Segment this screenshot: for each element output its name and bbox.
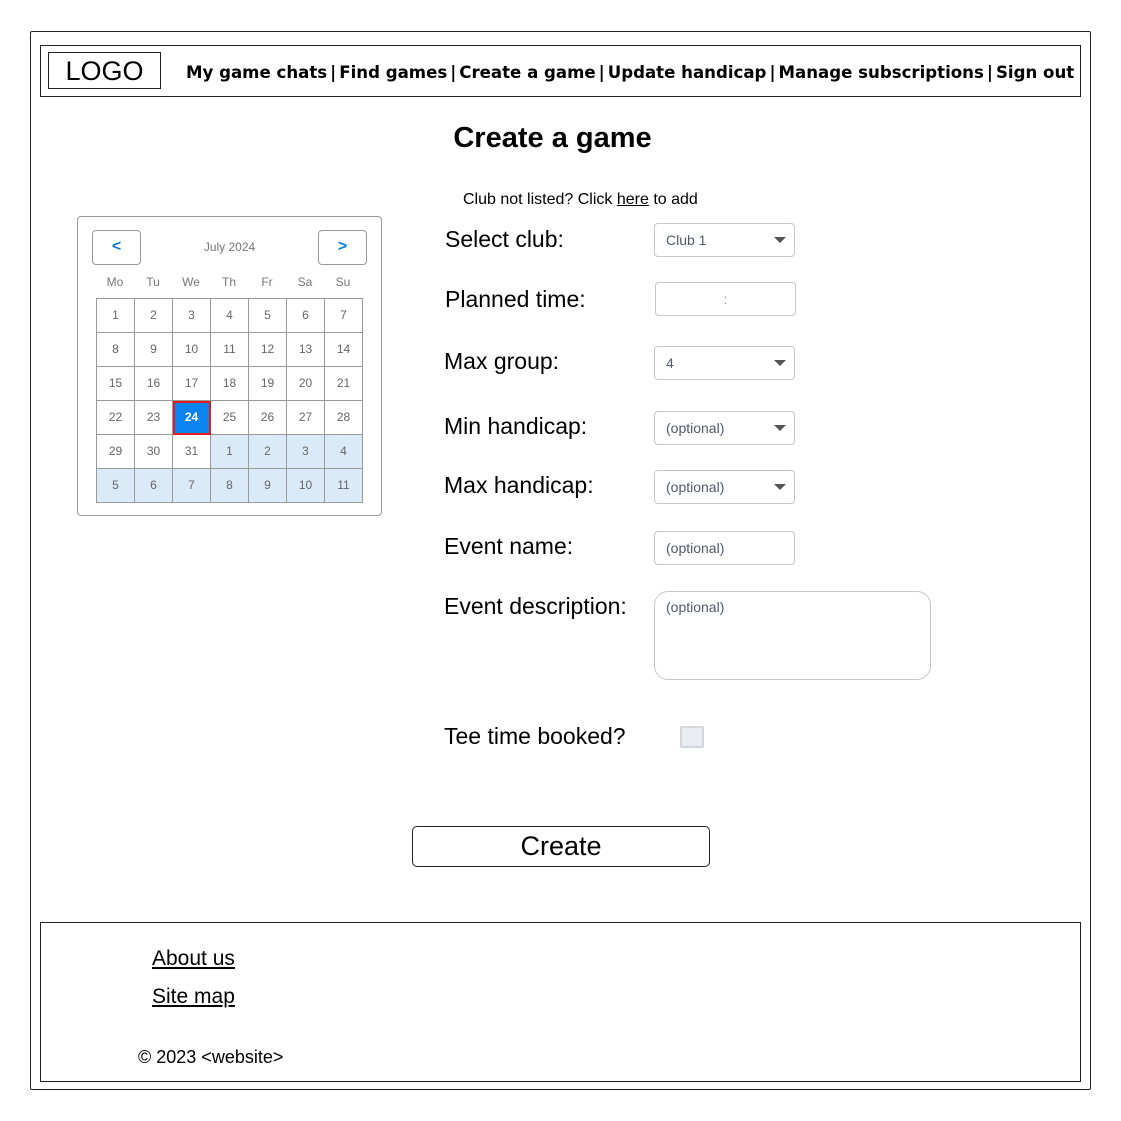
select-club-label: Select club: xyxy=(445,226,564,252)
calendar-day-next-month[interactable]: 1 xyxy=(211,435,249,469)
weekday-label: We xyxy=(182,275,200,289)
calendar-day[interactable]: 14 xyxy=(325,333,363,367)
calendar-day-next-month[interactable]: 7 xyxy=(173,469,211,503)
club-note-suffix: to add xyxy=(648,191,698,208)
calendar-day-next-month[interactable]: 6 xyxy=(135,469,173,503)
nav-sign-out[interactable]: Sign out xyxy=(996,63,1074,82)
event-description-label: Event description: xyxy=(444,593,627,619)
calendar-day[interactable]: 7 xyxy=(325,299,363,333)
calendar-day[interactable]: 5 xyxy=(249,299,287,333)
calendar-day[interactable]: 3 xyxy=(173,299,211,333)
nav-my-game-chats[interactable]: My game chats xyxy=(186,63,327,82)
nav-separator: | xyxy=(450,63,457,82)
nav-separator: | xyxy=(986,63,993,82)
tee-time-label: Tee time booked? xyxy=(444,723,626,749)
weekday-label: Fr xyxy=(261,275,273,289)
max-handicap-placeholder: (optional) xyxy=(666,479,725,495)
calendar-day[interactable]: 29 xyxy=(97,435,135,469)
nav-separator: | xyxy=(769,63,776,82)
chevron-down-icon xyxy=(774,425,786,431)
logo: LOGO xyxy=(48,52,161,89)
main-nav: My game chats | Find games | Create a game | U… xyxy=(186,63,1076,82)
calendar-day[interactable]: 4 xyxy=(211,299,249,333)
calendar-day[interactable]: 1 xyxy=(97,299,135,333)
add-club-link[interactable]: here xyxy=(617,191,649,208)
chevron-down-icon xyxy=(774,237,786,243)
event-name-label: Event name: xyxy=(444,533,574,559)
calendar-day[interactable]: 22 xyxy=(97,401,135,435)
weekday-label: Su xyxy=(335,275,351,289)
calendar-day[interactable]: 16 xyxy=(135,367,173,401)
page-title: Create a game xyxy=(453,122,652,154)
calendar-day[interactable]: 17 xyxy=(173,367,211,401)
calendar-day[interactable]: 12 xyxy=(249,333,287,367)
calendar-day[interactable]: 26 xyxy=(249,401,287,435)
max-group-label: Max group: xyxy=(444,348,560,374)
calendar-day-next-month[interactable]: 11 xyxy=(325,469,363,503)
calendar-day[interactable]: 11 xyxy=(211,333,249,367)
about-us-link[interactable]: About us xyxy=(152,947,235,971)
club-note-prefix: Club not listed? Click xyxy=(463,191,617,208)
tee-time-checkbox[interactable] xyxy=(680,726,704,748)
calendar-day-next-month[interactable]: 3 xyxy=(287,435,325,469)
site-map-link[interactable]: Site map xyxy=(152,985,235,1009)
calendar-day-next-month[interactable]: 2 xyxy=(249,435,287,469)
calendar-day-next-month[interactable]: 8 xyxy=(211,469,249,503)
max-handicap-select[interactable]: (optional) xyxy=(654,470,795,504)
calendar-day-selected[interactable]: 24 xyxy=(173,401,211,435)
create-button[interactable]: Create xyxy=(412,826,710,867)
copyright: © 2023 <website> xyxy=(138,1047,284,1067)
event-description-textarea[interactable]: (optional) xyxy=(654,591,931,680)
nav-separator: | xyxy=(598,63,605,82)
chevron-down-icon xyxy=(774,484,786,490)
min-handicap-select[interactable]: (optional) xyxy=(654,411,795,445)
weekday-label: Mo xyxy=(106,275,124,289)
nav-create-a-game[interactable]: Create a game xyxy=(459,63,595,82)
nav-manage-subscriptions[interactable]: Manage subscriptions xyxy=(779,63,984,82)
nav-find-games[interactable]: Find games xyxy=(339,63,447,82)
next-month-button[interactable]: > xyxy=(318,230,367,265)
calendar-day[interactable]: 31 xyxy=(173,435,211,469)
max-group-value: 4 xyxy=(666,355,674,371)
calendar-day[interactable]: 30 xyxy=(135,435,173,469)
weekday-label: Th xyxy=(221,275,236,289)
club-select-value: Club 1 xyxy=(666,232,707,248)
nav-update-handicap[interactable]: Update handicap xyxy=(608,63,767,82)
calendar-day[interactable]: 27 xyxy=(287,401,325,435)
weekday-label: Sa xyxy=(297,275,313,289)
calendar-day-next-month[interactable]: 10 xyxy=(287,469,325,503)
weekday-label: Tu xyxy=(146,275,160,289)
calendar-day[interactable]: 19 xyxy=(249,367,287,401)
chevron-down-icon xyxy=(774,360,786,366)
min-handicap-label: Min handicap: xyxy=(444,413,588,439)
calendar-day[interactable]: 21 xyxy=(325,367,363,401)
max-group-select[interactable]: 4 xyxy=(654,346,795,380)
calendar-grid: 1 2 3 4 5 6 7 8 9 10 11 12 13 14 15 16 1… xyxy=(96,298,363,503)
calendar-day[interactable]: 15 xyxy=(97,367,135,401)
calendar-day-next-month[interactable]: 4 xyxy=(325,435,363,469)
max-handicap-label: Max handicap: xyxy=(444,472,594,498)
calendar-day[interactable]: 10 xyxy=(173,333,211,367)
calendar-day-next-month[interactable]: 9 xyxy=(249,469,287,503)
calendar-day-next-month[interactable]: 5 xyxy=(97,469,135,503)
club-not-listed-note: Club not listed? Click here to add xyxy=(463,191,698,209)
calendar-day[interactable]: 25 xyxy=(211,401,249,435)
planned-time-label: Planned time: xyxy=(445,286,586,312)
calendar-day[interactable]: 13 xyxy=(287,333,325,367)
calendar-day[interactable]: 2 xyxy=(135,299,173,333)
event-name-input[interactable]: (optional) xyxy=(654,531,795,565)
calendar-day[interactable]: 18 xyxy=(211,367,249,401)
min-handicap-placeholder: (optional) xyxy=(666,420,725,436)
date-picker: < July 2024 > Mo Tu We Th Fr Sa Su 1 2 3… xyxy=(77,216,382,516)
calendar-day[interactable]: 8 xyxy=(97,333,135,367)
calendar-day[interactable]: 20 xyxy=(287,367,325,401)
planned-time-input[interactable]: : xyxy=(655,282,796,316)
club-select[interactable]: Club 1 xyxy=(654,223,795,257)
calendar-day[interactable]: 23 xyxy=(135,401,173,435)
nav-separator: | xyxy=(330,63,337,82)
calendar-day[interactable]: 6 xyxy=(287,299,325,333)
calendar-day[interactable]: 9 xyxy=(135,333,173,367)
calendar-day[interactable]: 28 xyxy=(325,401,363,435)
weekday-header: Mo Tu We Th Fr Sa Su xyxy=(96,275,362,289)
